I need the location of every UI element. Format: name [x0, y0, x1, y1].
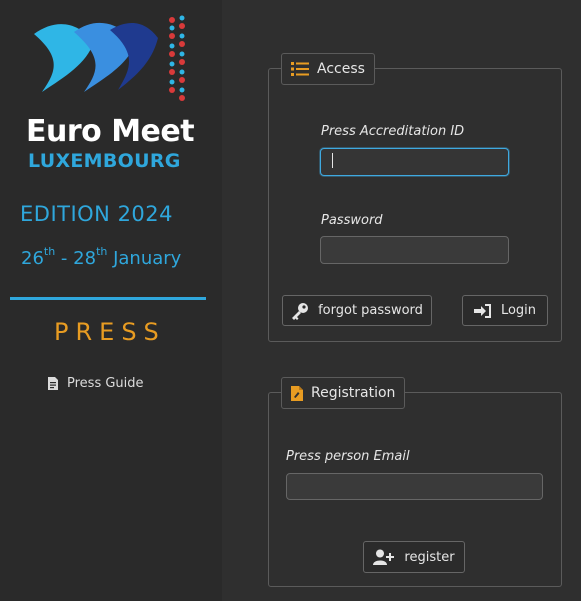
sign-in-icon — [473, 303, 491, 318]
access-legend-label: Access — [317, 61, 365, 77]
list-icon — [291, 62, 309, 76]
document-icon — [48, 377, 58, 390]
login-label: Login — [500, 303, 537, 318]
login-button[interactable]: Login — [462, 295, 548, 326]
press-guide-link[interactable]: Press Guide — [48, 376, 144, 391]
password-label: Password — [321, 213, 383, 228]
brand-subtitle: LUXEMBOURG — [28, 150, 181, 172]
section-title: PRESS — [54, 318, 166, 346]
brand-title: Euro Meet — [26, 114, 195, 149]
sidebar: Euro Meet LUXEMBOURG EDITION 2024 26th -… — [0, 0, 222, 601]
event-dates: 26th - 28th January — [21, 245, 182, 269]
forgot-password-label: forgot password — [318, 303, 423, 318]
forgot-password-button[interactable]: forgot password — [282, 295, 432, 326]
email-label: Press person Email — [286, 449, 410, 464]
sidebar-divider — [10, 297, 206, 300]
register-button[interactable]: register — [363, 541, 465, 573]
press-guide-label: Press Guide — [67, 376, 144, 391]
password-input[interactable] — [320, 236, 509, 264]
access-legend: Access — [281, 53, 375, 85]
key-icon — [292, 302, 309, 320]
registration-legend: Registration — [281, 377, 406, 409]
edition-label: EDITION 2024 — [20, 202, 174, 226]
accreditation-id-label: Press Accreditation ID — [321, 124, 465, 139]
user-plus-icon — [373, 549, 395, 565]
register-label: register — [404, 549, 455, 565]
accreditation-id-input[interactable] — [320, 148, 509, 176]
email-input[interactable] — [286, 473, 543, 500]
text-cursor — [332, 153, 333, 168]
file-icon — [291, 385, 303, 401]
logo-mark — [34, 15, 185, 101]
registration-legend-label: Registration — [311, 385, 396, 401]
